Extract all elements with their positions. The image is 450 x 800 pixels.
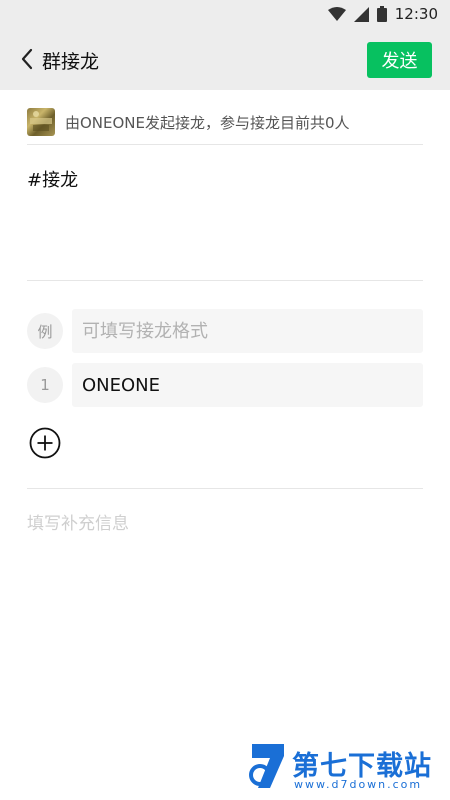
avatar[interactable] — [27, 108, 55, 136]
creator-info: 由ONEONE发起接龙，参与接龙目前共0人 — [27, 108, 423, 136]
nav-bar: 群接龙 发送 — [0, 28, 450, 90]
entry-label: 例 — [27, 313, 63, 349]
extra-info-input[interactable] — [27, 510, 423, 538]
send-button[interactable]: 发送 — [367, 42, 432, 78]
entry-label: 1 — [27, 367, 63, 403]
avatar-image — [30, 111, 52, 131]
wifi-icon — [327, 7, 346, 21]
signal-icon — [353, 6, 369, 22]
entry-format-input[interactable] — [72, 309, 423, 353]
entry-row-example: 例 — [27, 309, 423, 353]
status-icons: 12:30 — [327, 4, 438, 24]
creator-text: 由ONEONE发起接龙，参与接龙目前共0人 — [65, 113, 350, 132]
status-time: 12:30 — [394, 5, 438, 23]
divider — [27, 488, 423, 489]
status-bar: 12:30 — [0, 0, 450, 28]
entry-row-1: 1 — [27, 363, 423, 407]
entry-input[interactable] — [72, 363, 423, 407]
watermark: 第七下载站 www.d7down.com — [248, 742, 444, 794]
back-arrow-icon[interactable] — [18, 46, 38, 72]
battery-icon — [376, 6, 387, 22]
watermark-url: www.d7down.com — [294, 778, 423, 791]
watermark-logo-icon — [249, 744, 284, 788]
page-title: 群接龙 — [42, 51, 100, 73]
topic-text[interactable]: #接龙 — [27, 166, 78, 192]
add-entry-icon[interactable] — [29, 427, 61, 459]
divider — [27, 144, 423, 145]
divider — [27, 280, 423, 281]
